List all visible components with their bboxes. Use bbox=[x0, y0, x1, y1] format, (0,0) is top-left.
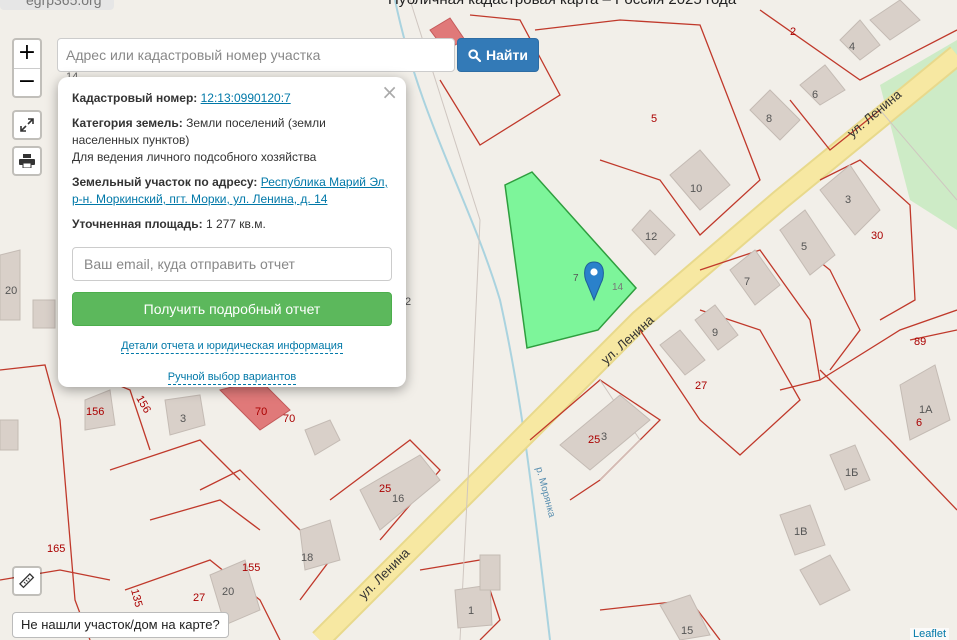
house-number: 6 bbox=[916, 417, 922, 429]
ruler-icon bbox=[19, 573, 35, 589]
house-number: 5 bbox=[801, 241, 807, 253]
house-number: 1А bbox=[919, 404, 933, 416]
house-number: 4 bbox=[849, 41, 855, 53]
house-number: 20 bbox=[222, 586, 234, 598]
page-title: Публичная кадастровая карта – Россия 202… bbox=[388, 0, 736, 8]
house-number: 155 bbox=[242, 562, 260, 574]
house-number: 7 bbox=[744, 276, 750, 288]
area-row: Уточненная площадь: 1 277 кв.м. bbox=[72, 216, 392, 233]
site-name[interactable]: egrp365.org bbox=[0, 0, 114, 10]
house-number: 3 bbox=[845, 194, 851, 206]
zoom-control: + − bbox=[12, 38, 42, 98]
printer-icon bbox=[19, 154, 35, 168]
search-button-label: Найти bbox=[486, 47, 528, 63]
house-number: 27 bbox=[193, 592, 205, 604]
house-number: 1Б bbox=[845, 467, 858, 479]
address-row: Земельный участок по адресу: Республика … bbox=[72, 174, 392, 208]
house-number: 10 bbox=[690, 183, 702, 195]
email-field[interactable] bbox=[72, 247, 392, 281]
report-details-link[interactable]: Детали отчета и юридическая информация bbox=[121, 340, 343, 354]
search-input[interactable] bbox=[57, 38, 455, 72]
house-number: 8 bbox=[766, 113, 772, 125]
house-number: 25 bbox=[588, 434, 600, 446]
house-number: 3 bbox=[601, 431, 607, 443]
house-number: 165 bbox=[47, 543, 65, 555]
print-button[interactable] bbox=[12, 146, 42, 176]
close-icon[interactable]: × bbox=[381, 82, 398, 102]
category-row: Категория земель: Земли поселений (земли… bbox=[72, 115, 392, 166]
zoom-in-button[interactable]: + bbox=[14, 40, 40, 68]
house-number: 3 bbox=[180, 413, 186, 425]
fullscreen-button[interactable] bbox=[12, 110, 42, 140]
house-number: 156 bbox=[86, 406, 104, 418]
area-label: Уточненная площадь: bbox=[72, 217, 203, 231]
house-number: 20 bbox=[5, 285, 17, 297]
expand-icon bbox=[20, 118, 34, 132]
cadastral-label: Кадастровый номер: bbox=[72, 91, 198, 105]
cadastral-number-link[interactable]: 12:13:0990120:7 bbox=[201, 91, 291, 105]
house-number: 18 bbox=[301, 552, 313, 564]
zoom-out-button[interactable]: − bbox=[14, 68, 40, 96]
house-number: 16 bbox=[392, 493, 404, 505]
area-value: 1 277 кв.м. bbox=[205, 217, 266, 231]
house-number: 6 bbox=[812, 89, 818, 101]
top-bar: egrp365.org Публичная кадастровая карта … bbox=[0, 0, 957, 14]
usage-value: Для ведения личного подсобного хозяйства bbox=[72, 150, 317, 164]
cadastral-row: Кадастровый номер: 12:13:0990120:7 bbox=[72, 90, 392, 107]
house-number: 1 bbox=[468, 605, 474, 617]
house-number: 9 bbox=[712, 327, 718, 339]
not-found-button[interactable]: Не нашли участок/дом на карте? bbox=[12, 612, 229, 638]
get-report-button[interactable]: Получить подробный отчет bbox=[72, 292, 392, 326]
house-number: 15 bbox=[681, 625, 693, 637]
house-number: 5 bbox=[651, 113, 657, 125]
address-label: Земельный участок по адресу: bbox=[72, 175, 258, 189]
search-button[interactable]: Найти bbox=[457, 38, 539, 72]
house-number: 25 bbox=[379, 483, 391, 495]
search-icon bbox=[468, 48, 482, 62]
house-number: 30 bbox=[871, 230, 883, 242]
ruler-button[interactable] bbox=[12, 566, 42, 596]
parcel-info-popup: × Кадастровый номер: 12:13:0990120:7 Кат… bbox=[58, 77, 406, 387]
house-number: 12 bbox=[645, 231, 657, 243]
manual-selection-link[interactable]: Ручной выбор вариантов bbox=[167, 371, 297, 385]
house-number: 89 bbox=[914, 336, 926, 348]
parcel-label-14: 14 bbox=[612, 282, 624, 293]
house-number: 70 bbox=[255, 406, 267, 418]
house-number: 70 bbox=[283, 413, 295, 425]
house-number: 2 bbox=[790, 26, 796, 38]
category-label: Категория земель: bbox=[72, 116, 183, 130]
house-number: 27 bbox=[695, 380, 707, 392]
house-number: 1В bbox=[794, 526, 807, 538]
parcel-label-7: 7 bbox=[573, 273, 579, 284]
leaflet-attribution[interactable]: Leaflet bbox=[909, 628, 949, 640]
